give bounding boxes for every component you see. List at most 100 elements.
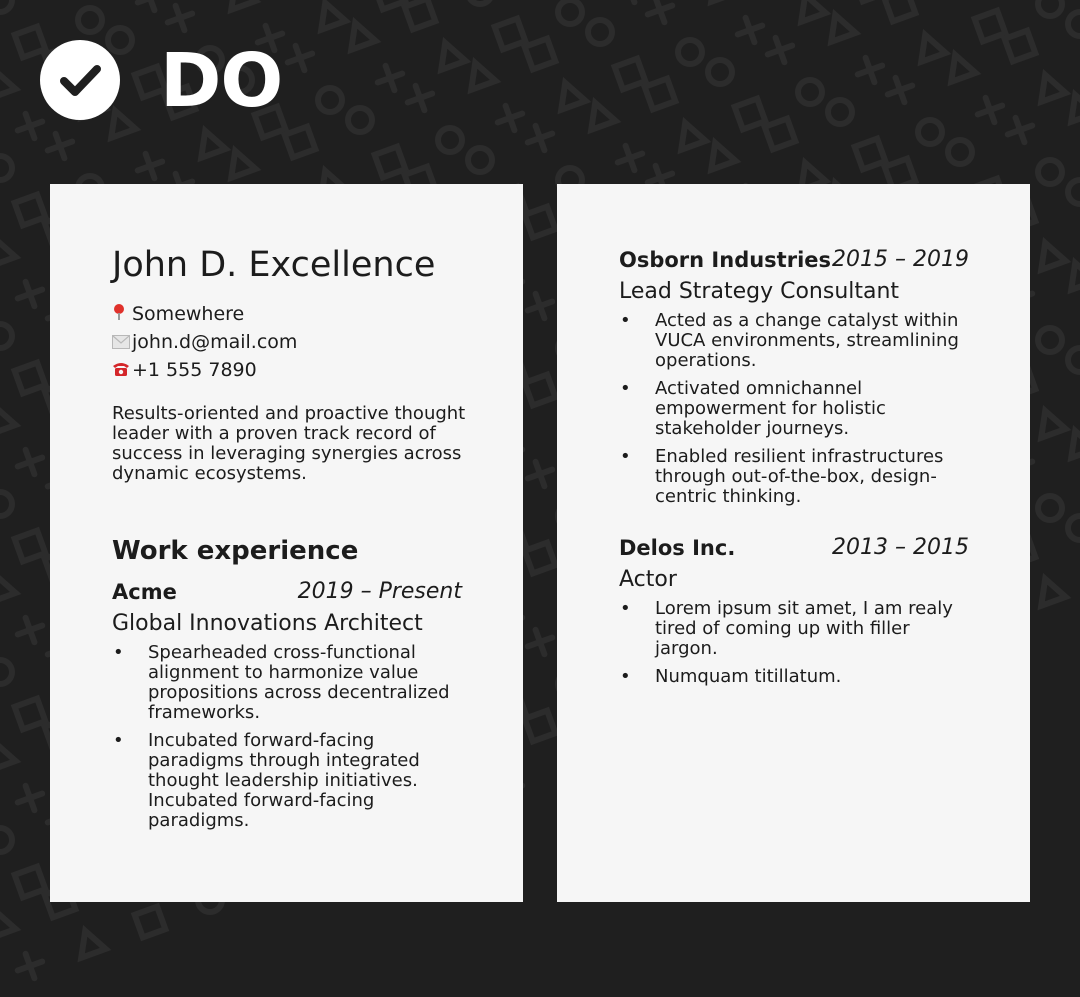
pattern-circle [435, 125, 465, 155]
pattern-circle [1035, 0, 1065, 19]
pattern-triangle [707, 0, 742, 7]
resume-page-right: Osborn Industries 2015 – 2019 Lead Strat… [557, 184, 1030, 902]
pattern-cross [44, 130, 76, 162]
pattern-square [730, 94, 770, 134]
job-company: Acme [112, 580, 177, 604]
pin-icon [112, 303, 132, 327]
pattern-circle [1065, 177, 1080, 207]
pattern-triangle [77, 924, 112, 963]
pattern-circle [1065, 513, 1080, 543]
pattern-square [1000, 26, 1040, 66]
pattern-triangle [0, 64, 22, 103]
pattern-square [970, 6, 1010, 46]
pattern-square [10, 190, 50, 230]
list-item: • Activated omnichannel empowerment for h… [620, 378, 886, 439]
job-company: Osborn Industries [619, 248, 832, 272]
pattern-circle [467, 0, 493, 7]
contact-phone-text: +1 555 7890 [132, 359, 257, 381]
pattern-square [850, 0, 890, 6]
pattern-circle [915, 117, 945, 147]
pattern-square [10, 526, 50, 566]
list-item: • Enabled resilient infrastructures throu… [620, 446, 944, 507]
telephone-icon [112, 359, 132, 383]
pattern-square [10, 862, 50, 902]
page-heading: DO [160, 38, 283, 124]
pattern-square [520, 202, 560, 242]
resume-summary: Results-oriented and proactive thought l… [112, 403, 466, 484]
pattern-triangle [917, 28, 952, 67]
pattern-cross [404, 82, 436, 114]
pattern-circle [75, 5, 105, 35]
pattern-triangle [1037, 572, 1072, 611]
pattern-triangle [317, 0, 352, 35]
pattern-circle [0, 489, 15, 519]
pattern-cross [164, 2, 196, 34]
pattern-square [10, 694, 50, 734]
pattern-cross [974, 94, 1006, 126]
pattern-circle [0, 825, 15, 855]
pattern-cross [524, 122, 556, 154]
pattern-square [880, 0, 920, 26]
pattern-circle [555, 0, 585, 27]
pattern-circle [825, 97, 855, 127]
pattern-triangle [437, 36, 472, 75]
pattern-square [280, 122, 320, 162]
pattern-triangle [0, 568, 22, 607]
pattern-circle [1035, 493, 1065, 523]
pattern-square [10, 358, 50, 398]
pattern-cross [14, 950, 46, 982]
job-role: Global Innovations Architect [112, 611, 423, 636]
pattern-cross [374, 62, 406, 94]
pattern-cross [1004, 114, 1036, 146]
pattern-circle [945, 137, 975, 167]
pattern-circle [705, 57, 735, 87]
pattern-circle [345, 105, 375, 135]
pattern-circle [0, 153, 15, 183]
checkmark-badge [40, 40, 120, 120]
pattern-cross [614, 142, 646, 174]
pattern-square [760, 114, 800, 154]
pattern-cross [14, 782, 46, 814]
pattern-circle [315, 85, 345, 115]
job-company: Delos Inc. [619, 536, 736, 560]
pattern-circle [585, 17, 615, 47]
pattern-cross [14, 614, 46, 646]
job-bullets: • Acted as a change catalyst within VUCA … [619, 311, 969, 507]
contact-location-text: Somewhere [132, 303, 245, 325]
pattern-triangle [557, 76, 592, 115]
pattern-circle [675, 37, 705, 67]
contact-email-text: john.d@mail.com [132, 331, 298, 353]
list-item: • Spearheaded cross-functional alignment … [113, 642, 450, 723]
job-dates: 2015 – 2019 [832, 247, 969, 272]
pattern-triangle [0, 736, 22, 775]
pattern-circle [465, 145, 495, 175]
job-dates: 2019 – Present [297, 579, 462, 604]
pattern-cross [734, 14, 766, 46]
pattern-cross [524, 458, 556, 490]
list-item: • Incubated forward-facing paradigms thro… [113, 730, 420, 831]
pattern-square [610, 54, 650, 94]
job-role: Lead Strategy Consultant [619, 279, 900, 304]
pattern-cross [644, 0, 676, 26]
contact-location: Somewhere [112, 302, 244, 327]
pattern-square [640, 74, 680, 114]
pattern-triangle [0, 400, 22, 439]
pattern-cross [614, 0, 646, 6]
list-item: • Numquam titillatum. [620, 666, 842, 687]
pattern-square [850, 134, 890, 174]
job-bullets: • Spearheaded cross-functional alignment … [112, 643, 462, 831]
job-bullets: • Lorem ipsum sit amet, I am realy tired … [619, 599, 969, 687]
pattern-cross [764, 34, 796, 66]
pattern-circle [1065, 345, 1080, 375]
pattern-square [520, 706, 560, 746]
pattern-circle [0, 321, 15, 351]
pattern-cross [494, 102, 526, 134]
pattern-circle [0, 657, 15, 687]
job-role: Actor [619, 567, 677, 592]
pattern-cross [134, 150, 166, 182]
pattern-triangle [1037, 236, 1072, 275]
pattern-cross [524, 290, 556, 322]
job-acme: Acme 2019 – Present Global Innovations A… [112, 577, 462, 839]
pattern-square [490, 14, 530, 54]
contact-phone: +1 555 7890 [112, 358, 257, 383]
